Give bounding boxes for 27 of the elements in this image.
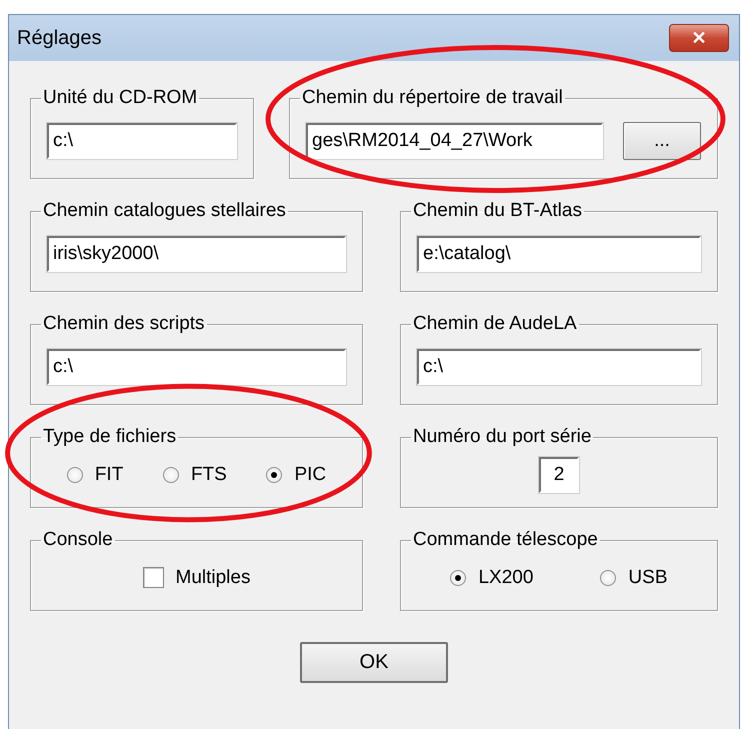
- group-label: Chemin du BT-Atlas: [412, 200, 583, 222]
- path-field[interactable]: c:\: [47, 348, 346, 384]
- group-label: Commande télescope: [412, 529, 599, 551]
- checkbox[interactable]: Multiples: [142, 566, 250, 588]
- ok-button[interactable]: OK: [300, 642, 448, 683]
- group-label: Chemin des scripts: [42, 313, 206, 335]
- radio-button[interactable]: FTS: [162, 464, 227, 486]
- port-field[interactable]: 2: [539, 456, 579, 492]
- path-field[interactable]: ges\RM2014_04_27\Work: [306, 122, 603, 158]
- path-field[interactable]: c:\: [417, 348, 701, 384]
- radio-button[interactable]: USB: [600, 566, 668, 588]
- group-label: Chemin catalogues stellaires: [42, 200, 287, 222]
- close-button[interactable]: ✕: [669, 24, 729, 52]
- group-label: Unité du CD-ROM: [42, 87, 198, 109]
- browse-button[interactable]: ...: [623, 122, 701, 160]
- radio-button[interactable]: FIT: [66, 464, 124, 486]
- group-label: Chemin de AudeLA: [412, 313, 578, 335]
- group-label: Type de fichiers: [42, 426, 178, 448]
- path-field[interactable]: c:\: [47, 122, 237, 158]
- radio-button[interactable]: LX200: [450, 566, 534, 588]
- window-title: Réglages: [17, 26, 102, 50]
- radio-button[interactable]: PIC: [266, 464, 326, 486]
- group-label: Chemin du répertoire de travail: [301, 87, 564, 109]
- path-field[interactable]: iris\sky2000\: [47, 236, 346, 272]
- group-label: Numéro du port série: [412, 426, 592, 448]
- group-label: Console: [42, 529, 114, 551]
- path-field[interactable]: e:\catalog\: [417, 236, 701, 272]
